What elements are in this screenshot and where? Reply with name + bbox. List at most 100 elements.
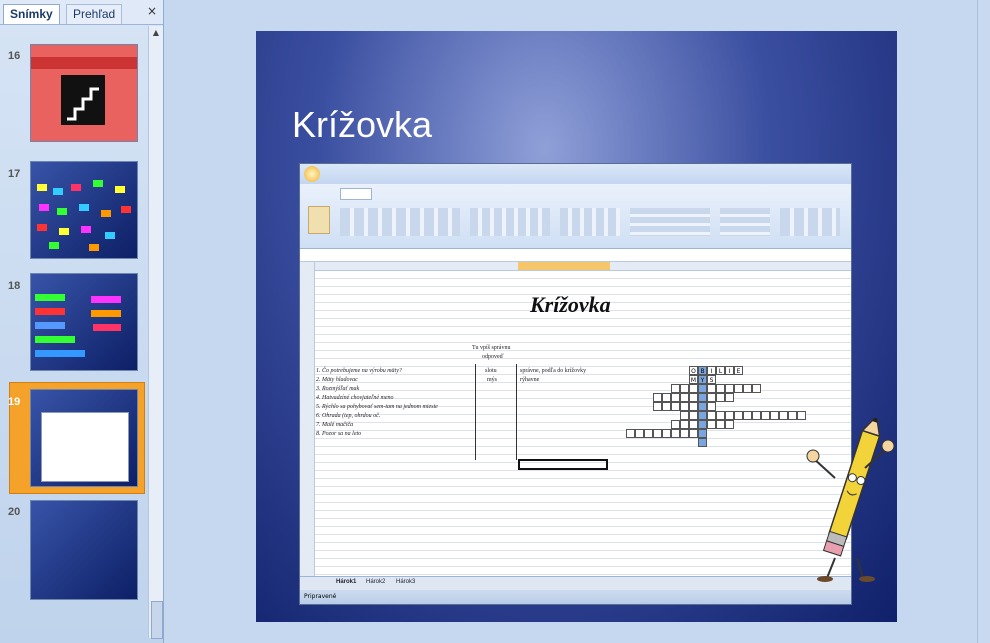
thumbnail-number: 19: [8, 396, 21, 408]
sheet-tab-3: Hárok3: [396, 579, 416, 585]
crossword-cell: [698, 420, 707, 429]
clue-7: 7. Malé mačiča: [316, 422, 354, 428]
crossword-cell: [653, 393, 662, 402]
thumbnail-slide-18[interactable]: [30, 273, 138, 371]
selected-cell: [518, 459, 608, 470]
crossword-cell: [653, 402, 662, 411]
crossword-cell: [716, 411, 725, 420]
crossword-cell: S: [707, 375, 716, 384]
ribbon-active-tab: [340, 188, 372, 200]
crossword-cell: [707, 393, 716, 402]
clue-6: 6. Ohrada (tep, ohrdou oč.: [316, 413, 381, 419]
styles-group: [630, 208, 710, 236]
crossword-cell: [671, 429, 680, 438]
crossword-cell: [680, 411, 689, 420]
crossword-cell: [698, 429, 707, 438]
crossword-cell: [779, 411, 788, 420]
crossword-cell: [680, 402, 689, 411]
alignment-group: [470, 208, 550, 236]
crossword-cell: [662, 429, 671, 438]
clue-3: 3. Rozmýšľať mak: [316, 386, 360, 392]
crossword-cell: [671, 384, 680, 393]
sheet-tab-1: Hárok1: [336, 579, 357, 585]
crossword-cell: E: [734, 366, 743, 375]
crossword-cell: [671, 393, 680, 402]
answer-2: mýs: [487, 377, 498, 383]
slide-title[interactable]: Krížovka: [292, 104, 432, 146]
crossword-cell: [707, 411, 716, 420]
crossword-cell: [644, 429, 653, 438]
status-text: Pripravené: [304, 593, 337, 600]
crossword-heading: Krížovka: [530, 292, 611, 317]
crossword-cell: [689, 420, 698, 429]
answer-note-1: správne, podľa do krížovky: [520, 368, 587, 374]
crossword-cell: [698, 402, 707, 411]
row-headers: [300, 262, 315, 584]
answer-column-header: Tu vpíš správnu: [472, 345, 511, 351]
excel-title-bar: [300, 164, 851, 184]
crossword-cell: I: [707, 366, 716, 375]
selected-column-header: [518, 262, 610, 270]
crossword-cell: [707, 384, 716, 393]
clue-2: 2. Mäty hladovac: [316, 377, 358, 383]
crossword-cell: [770, 411, 779, 420]
thumbnail-excel-preview: [41, 412, 129, 482]
clue-1: 1. Čo potrebujeme na výrobu mäty?: [316, 368, 402, 374]
table-border: [516, 364, 517, 460]
crossword-cell: [734, 384, 743, 393]
close-pane-icon[interactable]: ×: [147, 4, 157, 18]
paste-icon: [308, 206, 330, 234]
crossword-cell: L: [716, 366, 725, 375]
thumbnail-slide-20[interactable]: [30, 500, 138, 600]
column-headers: [300, 262, 851, 271]
font-group: [340, 208, 460, 236]
crossword-cell: [743, 384, 752, 393]
thumbnail-number: 18: [8, 280, 21, 292]
editing-group: [780, 208, 840, 236]
clue-5: 5. Rýchlo sa pohybovať sem-tam na jednom…: [316, 404, 438, 410]
crossword-cell: [680, 384, 689, 393]
crossword-cell: [707, 420, 716, 429]
crossword-cell: [698, 384, 707, 393]
thumbnail-number: 17: [8, 168, 21, 180]
stairs-icon: [67, 87, 99, 121]
pane-tabs: Snímky Prehľad ×: [0, 0, 163, 25]
thumbnail-number: 16: [8, 50, 21, 62]
crossword-cell: B: [698, 366, 707, 375]
thumbnail-banner: [31, 57, 137, 69]
crossword-cell: [689, 411, 698, 420]
crossword-cell: [671, 402, 680, 411]
excel-screenshot-image[interactable]: Krížovka Tu vpíš správnu odpoveď 1. Čo p…: [299, 163, 852, 605]
cells-group: [720, 208, 770, 236]
crossword-cell: Y: [698, 375, 707, 384]
tab-slides[interactable]: Snímky: [3, 4, 60, 24]
crossword-cell: [689, 384, 698, 393]
excel-status-bar: Pripravené: [300, 590, 851, 604]
slides-pane: Snímky Prehľad × 16 17 18 19 20 ▲: [0, 0, 164, 643]
crossword-cell: [671, 420, 680, 429]
thumbnail-slide-17[interactable]: [30, 161, 138, 259]
crossword-cell: [734, 411, 743, 420]
scroll-thumb[interactable]: [151, 601, 163, 639]
crossword-cell: [716, 420, 725, 429]
thumbnail-scrollbar[interactable]: ▲: [148, 26, 163, 639]
thumbnail-slide-16[interactable]: [30, 44, 138, 142]
crossword-cell: M: [689, 375, 698, 384]
clue-8: 8. Pozor sa na leto: [316, 431, 362, 437]
thumbnail-slide-19[interactable]: [30, 389, 138, 487]
crossword-cell: [680, 393, 689, 402]
answer-column-header-2: odpoveď: [482, 354, 504, 360]
crossword-cell: [689, 429, 698, 438]
colored-words-graphic: [37, 180, 131, 251]
crossword-cell: [788, 411, 797, 420]
crossword-cell: [662, 393, 671, 402]
scroll-up-icon[interactable]: ▲: [151, 28, 161, 38]
thumbnail-number: 20: [8, 506, 21, 518]
office-button-icon: [304, 166, 320, 182]
window-right-edge: [977, 0, 990, 643]
crossword-cell: [626, 429, 635, 438]
tab-outline[interactable]: Prehľad: [66, 4, 123, 24]
crossword-cell: [725, 384, 734, 393]
thumbnail-stairs-image: [61, 75, 105, 125]
pencil-mascot-image: [806, 418, 895, 582]
